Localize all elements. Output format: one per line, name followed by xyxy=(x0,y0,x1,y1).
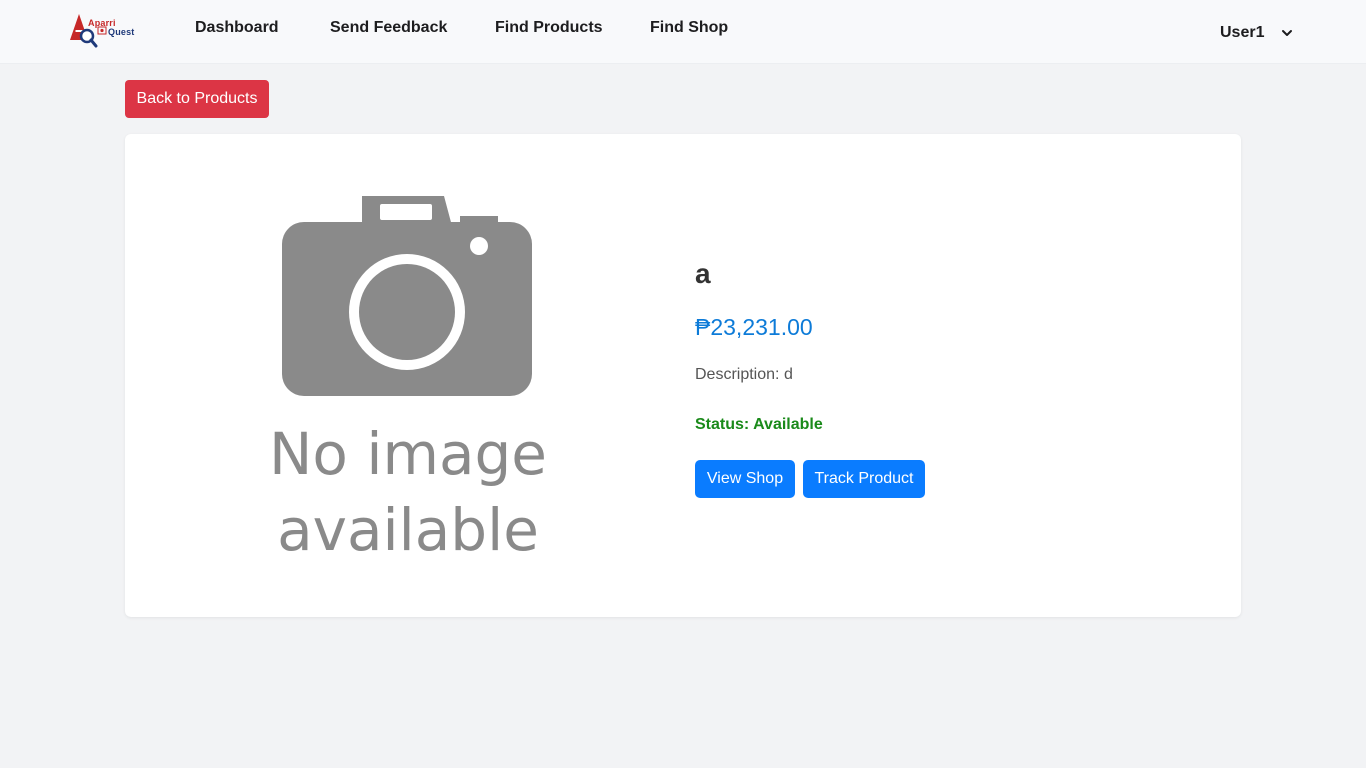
top-navbar: Aparri Quest Dashboard Send Feedback Fin… xyxy=(0,0,1366,64)
status-label: Status: xyxy=(695,416,750,433)
view-shop-button[interactable]: View Shop xyxy=(695,460,795,498)
camera-icon xyxy=(282,196,532,396)
track-product-button[interactable]: Track Product xyxy=(803,460,925,498)
nav-find-products[interactable]: Find Products xyxy=(495,19,603,37)
placeholder-text-line2: available xyxy=(277,496,539,562)
logo-text-quest: Quest xyxy=(108,27,135,37)
chevron-down-icon xyxy=(1282,30,1293,36)
placeholder-text-line1: No image xyxy=(270,420,546,488)
nav-dashboard[interactable]: Dashboard xyxy=(195,19,279,37)
user-name: User1 xyxy=(1220,24,1265,41)
status-value: Available xyxy=(753,416,823,433)
app-logo[interactable]: Aparri Quest xyxy=(66,10,140,54)
product-name: a xyxy=(695,258,711,289)
nav-find-shop[interactable]: Find Shop xyxy=(650,19,728,37)
product-status: Status: Available xyxy=(695,416,823,434)
no-image-placeholder: No image available xyxy=(270,196,546,562)
user-menu[interactable]: User1 xyxy=(1220,22,1294,44)
back-to-products-button[interactable]: Back to Products xyxy=(125,80,269,118)
product-card: No image available a ₱23,231.00 Descript… xyxy=(125,134,1241,617)
description-label: Description: xyxy=(695,366,780,383)
nav-send-feedback[interactable]: Send Feedback xyxy=(330,19,447,37)
product-description: Description: d xyxy=(695,366,793,384)
description-value: d xyxy=(783,366,793,383)
product-price: ₱23,231.00 xyxy=(695,314,813,340)
